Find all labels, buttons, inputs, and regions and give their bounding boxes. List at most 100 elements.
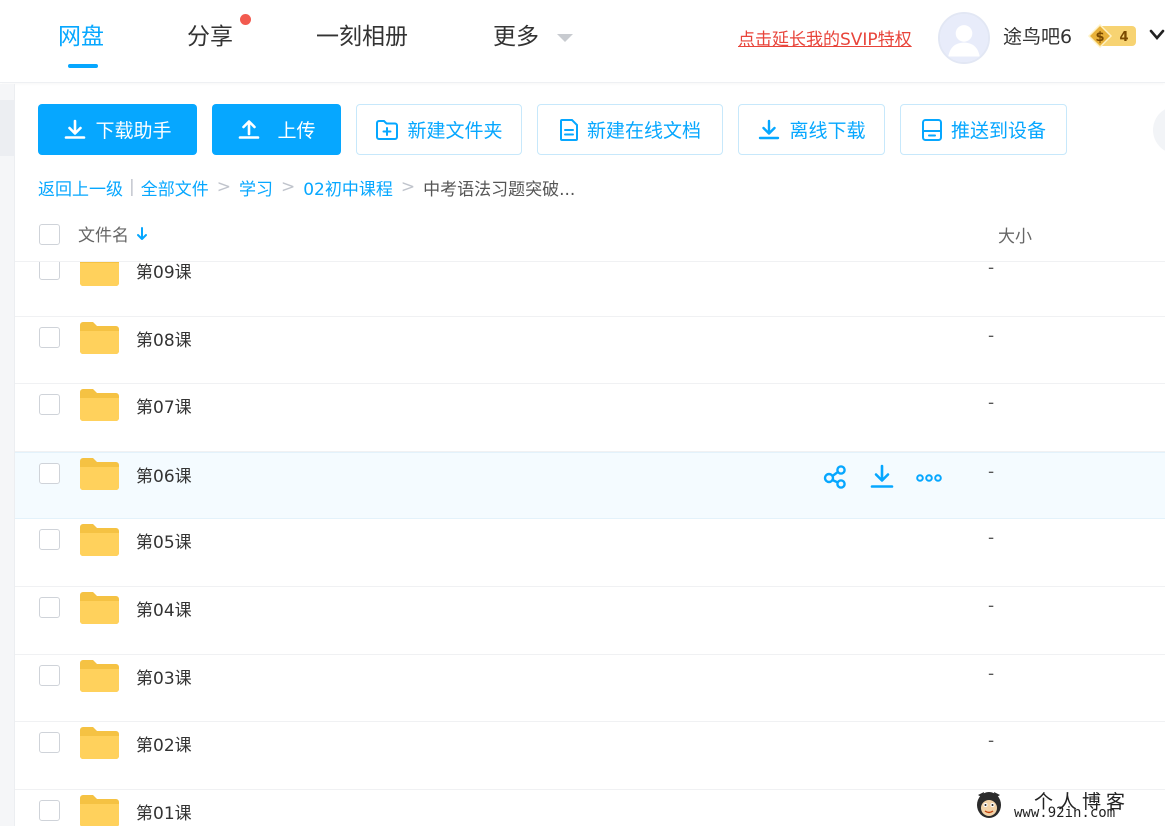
user-menu-chevron-icon[interactable] — [1149, 28, 1165, 42]
table-row[interactable]: 第08课 - — [15, 316, 1165, 385]
download-icon[interactable] — [868, 463, 896, 491]
file-name[interactable]: 第06课 — [136, 462, 192, 487]
new-online-doc-label: 新建在线文档 — [586, 120, 701, 142]
table-row[interactable]: 第09课 - — [15, 262, 1165, 317]
file-size: - — [988, 731, 995, 752]
toolbar-more-button[interactable] — [1153, 106, 1165, 154]
breadcrumb-chevron-icon: > — [280, 177, 296, 197]
share-notification-dot — [240, 14, 251, 25]
file-name[interactable]: 第08课 — [136, 326, 192, 351]
tab-share[interactable]: 分享 — [187, 20, 233, 54]
user-avatar-icon — [940, 14, 988, 62]
breadcrumb-divider: | — [129, 177, 135, 197]
row-checkbox[interactable] — [39, 394, 60, 416]
tab-netdisk[interactable]: 网盘 — [58, 20, 104, 54]
folder-icon — [80, 262, 119, 286]
new-online-doc-button[interactable]: 新建在线文档 — [537, 104, 723, 155]
breadcrumb-chevron-icon: > — [400, 177, 416, 197]
file-size: - — [988, 596, 995, 616]
mascot-logo-icon — [977, 792, 1001, 818]
tab-album[interactable]: 一刻相册 — [316, 20, 408, 54]
file-list: 第09课 - 第08课 - 第07课 - 第06课 - 第05课 - 第04课 … — [15, 262, 1165, 826]
badge-symbol: $ — [1095, 30, 1104, 45]
folder-icon — [80, 524, 119, 557]
sort-arrow-down-icon[interactable] — [136, 226, 148, 242]
svip-level-badge-icon[interactable]: $ 4 — [1086, 23, 1138, 49]
select-all-checkbox[interactable] — [39, 224, 60, 245]
left-sidebar-edge — [0, 84, 15, 826]
file-name[interactable]: 第03课 — [136, 664, 192, 689]
row-actions — [821, 463, 962, 491]
row-checkbox[interactable] — [39, 732, 60, 754]
breadcrumb-study[interactable]: 学习 — [239, 175, 273, 200]
username[interactable]: 途鸟吧6 — [1003, 22, 1072, 49]
row-checkbox[interactable] — [39, 597, 60, 618]
folder-icon — [80, 794, 119, 826]
watermark-url: www.92in.com — [1014, 805, 1116, 821]
file-size: - — [988, 461, 995, 482]
offline-download-icon — [759, 119, 780, 139]
table-row[interactable]: 第03课 - — [15, 654, 1165, 723]
file-name[interactable]: 第07课 — [136, 393, 192, 418]
table-row[interactable]: 第04课 - — [15, 587, 1165, 655]
folder-icon — [80, 457, 119, 490]
file-name[interactable]: 第04课 — [136, 596, 192, 621]
file-size: - — [988, 325, 995, 346]
file-name[interactable]: 第05课 — [136, 528, 192, 553]
device-icon — [921, 118, 942, 141]
download-helper-label: 下载助手 — [95, 120, 172, 142]
upload-label: 上传 — [277, 120, 316, 142]
table-row[interactable]: 第05课 - — [15, 519, 1165, 587]
folder-icon — [80, 592, 119, 624]
breadcrumb-chevron-icon: > — [216, 177, 231, 197]
column-header-size[interactable]: 大小 — [998, 222, 1032, 247]
breadcrumb-all-files[interactable]: 全部文件 — [141, 175, 209, 200]
row-checkbox[interactable] — [39, 262, 60, 280]
row-checkbox[interactable] — [39, 529, 60, 551]
upload-button[interactable]: 上传 — [212, 104, 341, 155]
table-row[interactable]: 第02课 - — [15, 722, 1165, 790]
new-folder-icon — [376, 119, 399, 140]
table-row[interactable]: 第07课 - — [15, 384, 1165, 452]
new-folder-button[interactable]: 新建文件夹 — [356, 104, 522, 155]
left-sidebar-active-item[interactable] — [0, 100, 15, 156]
tab-more[interactable]: 更多 — [493, 20, 539, 54]
more-icon[interactable] — [915, 463, 943, 491]
folder-icon — [80, 389, 119, 422]
breadcrumb: 返回上一级 | 全部文件 > 学习 > 02初中课程 > 中考语法习题突破... — [38, 175, 576, 200]
file-name[interactable]: 第09课 — [136, 262, 192, 283]
document-icon — [559, 118, 578, 141]
file-size: - — [988, 663, 995, 684]
column-header-name-label: 文件名 — [78, 226, 129, 246]
chevron-down-icon[interactable] — [556, 32, 574, 44]
app-root: 网盘 分享 一刻相册 更多 点击延长我的SVIP特权 途鸟吧6 $ 4 下载助手… — [0, 0, 1165, 826]
breadcrumb-junior-course[interactable]: 02初中课程 — [303, 175, 393, 200]
offline-download-button[interactable]: 离线下载 — [738, 104, 885, 155]
blog-watermark: 个人博客 www.92in.com — [972, 786, 1165, 826]
file-name[interactable]: 第02课 — [136, 731, 192, 756]
file-size: - — [988, 393, 995, 414]
row-checkbox[interactable] — [39, 799, 60, 821]
offline-download-label: 离线下载 — [789, 120, 866, 142]
table-row[interactable]: 第06课 - — [15, 451, 1165, 520]
upload-icon — [239, 119, 260, 139]
share-icon[interactable] — [821, 463, 849, 491]
breadcrumb-current: 中考语法习题突破... — [423, 179, 576, 200]
push-to-device-button[interactable]: 推送到设备 — [900, 104, 1067, 155]
folder-icon — [80, 659, 119, 692]
row-checkbox[interactable] — [39, 462, 60, 484]
new-folder-label: 新建文件夹 — [407, 120, 503, 142]
row-checkbox[interactable] — [39, 326, 60, 348]
push-to-device-label: 推送到设备 — [950, 120, 1046, 142]
svip-renew-link[interactable]: 点击延长我的SVIP特权 — [738, 25, 912, 50]
avatar[interactable] — [938, 12, 990, 64]
download-helper-button[interactable]: 下载助手 — [38, 104, 197, 155]
column-header-name[interactable]: 文件名 — [78, 221, 148, 246]
breadcrumb-back-link[interactable]: 返回上一级 — [38, 175, 123, 200]
badge-level: 4 — [1119, 30, 1128, 45]
file-size: - — [988, 262, 995, 278]
file-name[interactable]: 第01课 — [136, 799, 192, 824]
file-size: - — [988, 528, 995, 549]
folder-icon — [80, 321, 119, 354]
row-checkbox[interactable] — [39, 664, 60, 686]
